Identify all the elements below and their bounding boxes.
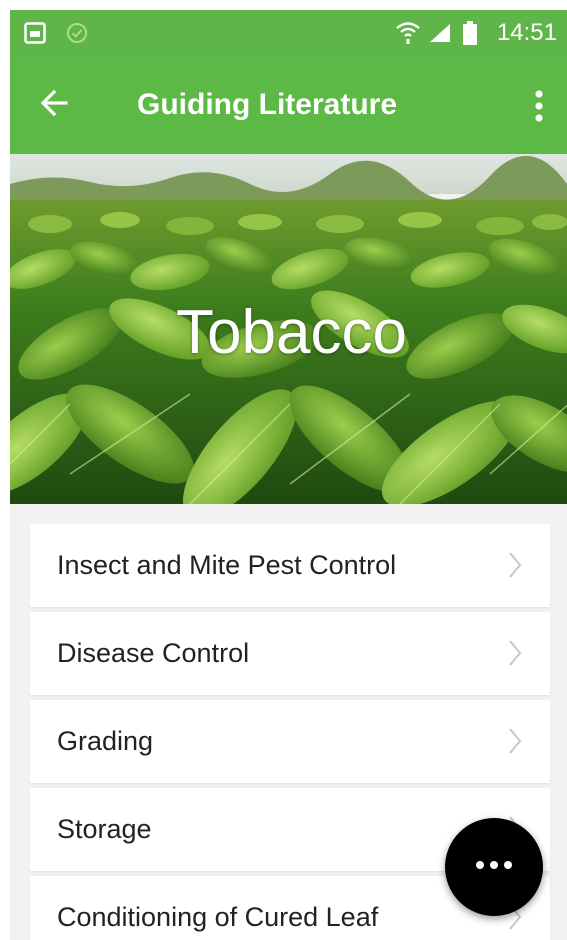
check-circle-icon [66,10,88,56]
app-bar: Guiding Literature [10,56,567,154]
signal-icon [428,10,452,56]
status-time: 14:51 [496,19,557,46]
list-item-insect-mite-pest-control[interactable]: Insect and Mite Pest Control [30,524,550,607]
chevron-right-icon [508,727,522,755]
list-item-disease-control[interactable]: Disease Control [30,612,550,695]
list-item-label: Conditioning of Cured Leaf [57,902,379,932]
battery-icon [463,10,477,56]
banner-title: Tobacco [176,297,407,367]
crop-banner: Tobacco [10,154,567,504]
chevron-right-icon [508,639,522,667]
back-arrow-icon[interactable] [36,83,76,123]
more-options-fab[interactable] [445,818,543,916]
chevron-right-icon [508,551,522,579]
status-bar: 14:51 [10,10,567,56]
list-item-label: Grading [57,726,154,756]
list-item-label: Insect and Mite Pest Control [57,550,397,580]
list-item-label: Disease Control [57,638,250,668]
list-item-grading[interactable]: Grading [30,700,550,783]
list-item-label: Storage [57,814,152,844]
gallery-icon [24,10,46,56]
app-screen: 14:51 Guiding Literature Tobacco Insect … [10,10,567,940]
page-title: Guiding Literature [137,88,398,121]
more-horiz-icon [474,858,514,876]
more-vert-icon[interactable] [529,86,549,126]
wifi-icon [395,10,421,56]
